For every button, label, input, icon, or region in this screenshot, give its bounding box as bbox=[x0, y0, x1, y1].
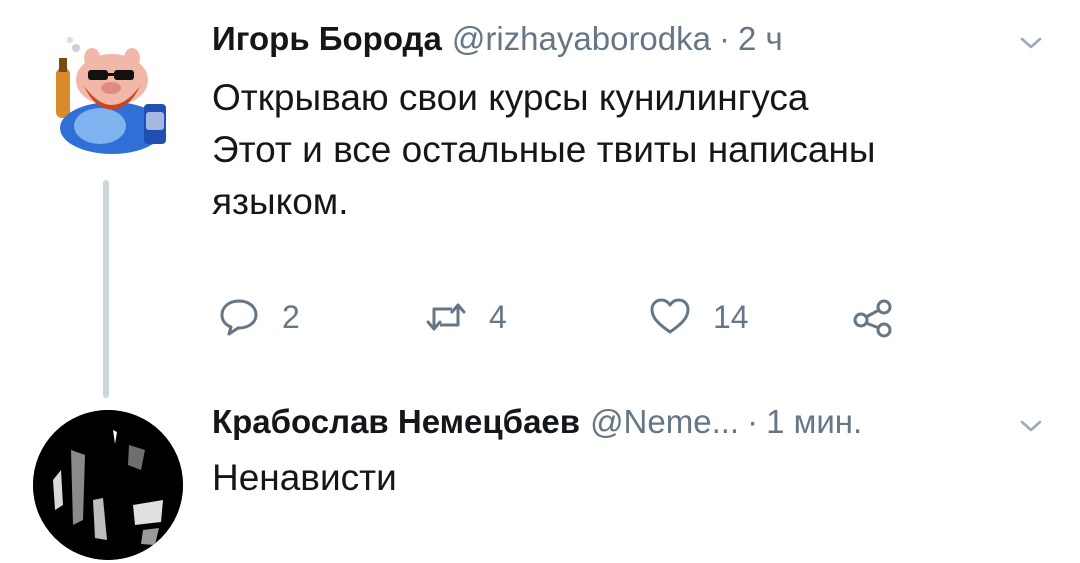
tweet-text: Ненависти bbox=[212, 452, 397, 504]
retweet-button[interactable]: 4 bbox=[425, 296, 507, 338]
tweet[interactable]: Игорь Борода @rizhayaborodka · 2 ч Откры… bbox=[0, 0, 1080, 398]
author-handle[interactable]: @rizhayaborodka bbox=[452, 20, 711, 58]
retweet-count: 4 bbox=[489, 298, 507, 335]
author-name[interactable]: Крабослав Немецбаев bbox=[212, 403, 580, 441]
tweet-header: Игорь Борода @rizhayaborodka · 2 ч bbox=[212, 20, 783, 58]
tweet-text-line: Открываю свои курсы кунилингуса bbox=[212, 77, 809, 118]
author-handle[interactable]: @Neme... bbox=[590, 403, 739, 441]
reply-button[interactable]: 2 bbox=[218, 296, 300, 338]
heart-icon bbox=[650, 298, 690, 334]
cartoon-pig-avatar-icon bbox=[56, 37, 166, 154]
tweet-text-line: Ненависти bbox=[212, 457, 397, 498]
tweet-header: Крабослав Немецбаев @Neme... · 1 мин. bbox=[212, 403, 862, 441]
tweet-text-line: Этот и все остальные твиты написаны bbox=[212, 129, 876, 170]
separator-dot: · bbox=[719, 20, 730, 57]
avatar[interactable] bbox=[33, 410, 183, 560]
reply-count: 2 bbox=[282, 298, 300, 335]
timestamp[interactable]: 2 ч bbox=[738, 20, 783, 58]
tweet-actions: 2 4 14 bbox=[212, 296, 932, 344]
tweet-text-line: языком. bbox=[212, 181, 349, 222]
like-count: 14 bbox=[713, 298, 749, 335]
timestamp[interactable]: 1 мин. bbox=[766, 403, 862, 441]
avatar[interactable] bbox=[40, 28, 180, 168]
chevron-down-icon[interactable] bbox=[1020, 32, 1042, 54]
separator-dot: · bbox=[747, 403, 759, 440]
retweet-icon bbox=[426, 303, 466, 331]
tweet-text: Открываю свои курсы кунилингуса Этот и в… bbox=[212, 72, 1012, 228]
dark-photo-avatar-icon bbox=[33, 410, 183, 560]
like-button[interactable]: 14 bbox=[649, 296, 749, 338]
author-name[interactable]: Игорь Борода bbox=[212, 20, 442, 58]
reply-icon bbox=[220, 299, 258, 336]
thread-connector-line bbox=[103, 180, 109, 398]
share-button[interactable] bbox=[852, 296, 894, 338]
share-icon bbox=[853, 299, 892, 338]
chevron-down-icon[interactable] bbox=[1020, 415, 1042, 437]
